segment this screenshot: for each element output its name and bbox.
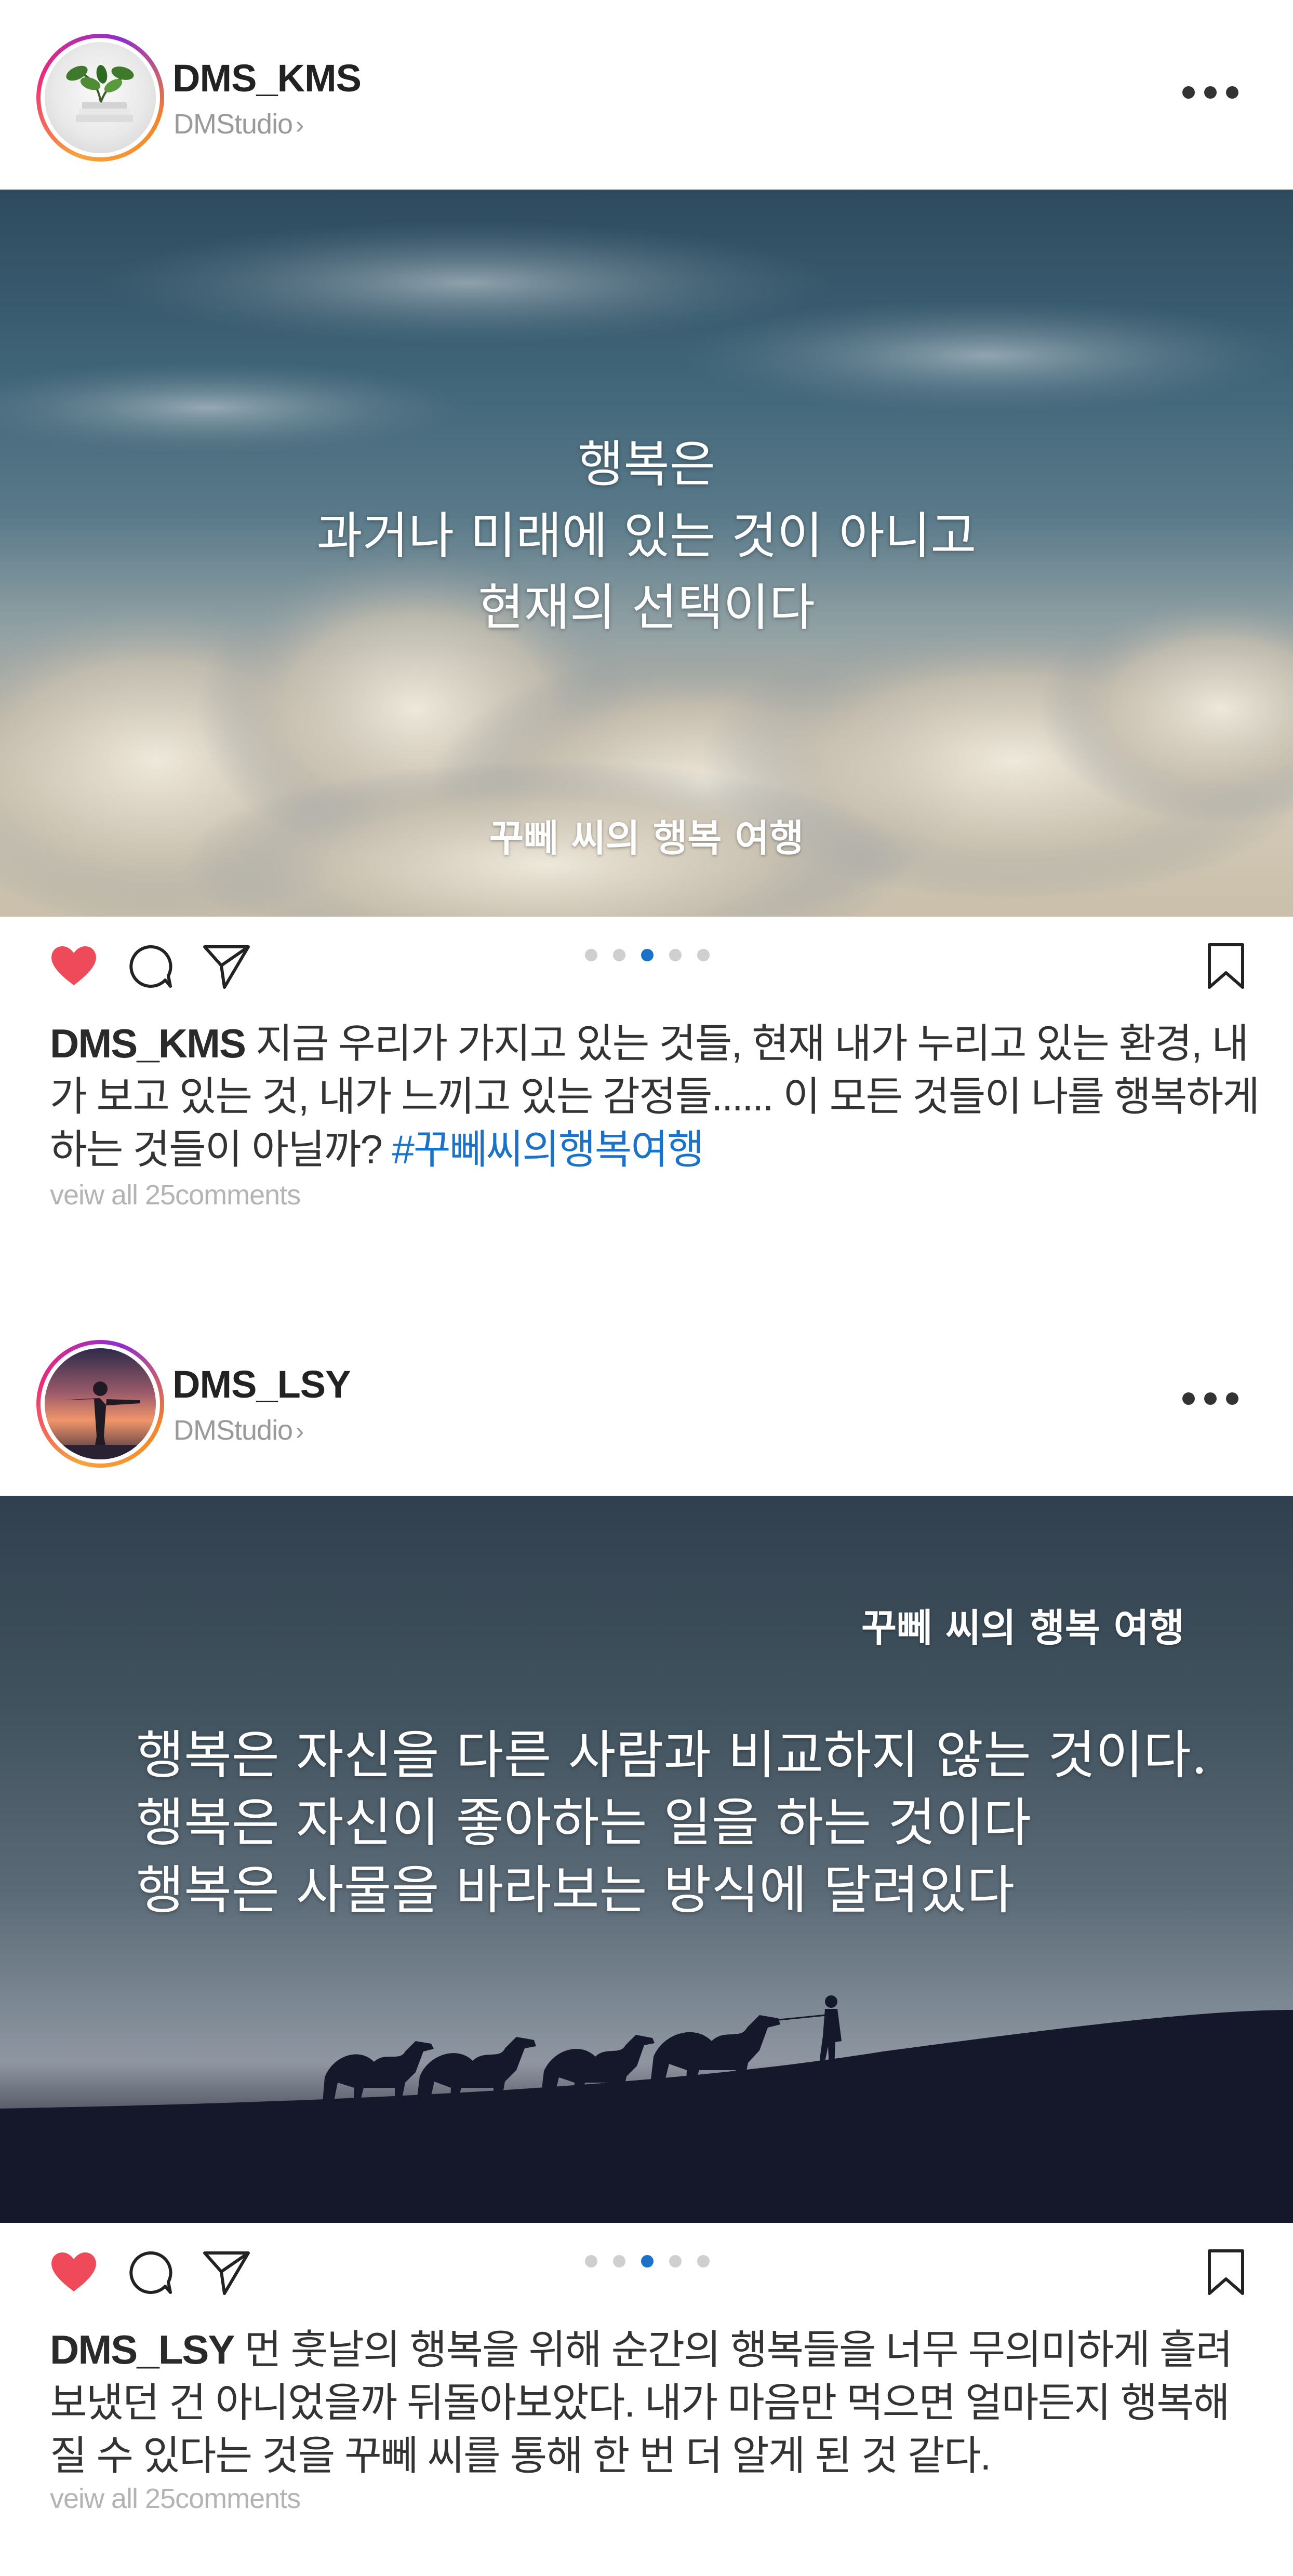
image-quote: 행복은 자신을 다른 사람과 비교하지 않는 것이다. 행복은 자신이 좋아하는…: [136, 1722, 1208, 1924]
paper-plane-icon[interactable]: [202, 2249, 251, 2297]
heart-icon[interactable]: [50, 944, 98, 987]
quote-line: 행복은: [578, 435, 715, 493]
bookmark-icon[interactable]: [1206, 2249, 1246, 2297]
more-options-button[interactable]: [1179, 1389, 1242, 1408]
caption-username[interactable]: DMS_KMS: [50, 1021, 246, 1066]
more-dots-icon: [1182, 1392, 1195, 1405]
avatar[interactable]: [36, 34, 164, 162]
more-dots-icon: [1182, 86, 1195, 99]
caption-username[interactable]: DMS_LSY: [50, 2327, 235, 2372]
post-card: DMS_LSY DMStudio › 꾸뻬 씨의 행복 여행 행복은 자신을 다…: [0, 1306, 1293, 2576]
avatar-image: [45, 1348, 156, 1459]
comment-bubble-icon[interactable]: [128, 944, 174, 989]
hashtag-link[interactable]: #꾸뻬씨의행복여행: [392, 1126, 704, 1172]
post-subtitle-link[interactable]: DMStudio ›: [174, 1414, 304, 1446]
post-header: DMS_KMS DMStudio ›: [0, 0, 1293, 190]
carousel-indicator: [585, 2255, 710, 2271]
quote-line: 행복은 자신을 다른 사람과 비교하지 않는 것이다.: [136, 1725, 1208, 1786]
post-image[interactable]: 행복은 과거나 미래에 있는 것이 아니고 현재의 선택이다 꾸뻬 씨의 행복 …: [0, 190, 1293, 917]
post-username[interactable]: DMS_LSY: [172, 1362, 351, 1406]
more-options-button[interactable]: [1179, 83, 1242, 102]
image-caption: 꾸뻬 씨의 행복 여행: [861, 1606, 1184, 1651]
image-caption: 꾸뻬 씨의 행복 여행: [489, 816, 804, 860]
quote-line: 현재의 선택이다: [478, 579, 815, 637]
post-subtitle: DMStudio: [174, 109, 293, 140]
person-silhouette-illustration: [45, 1381, 156, 1459]
carousel-indicator: [585, 949, 710, 964]
quote-line: 행복은 자신이 좋아하는 일을 하는 것이다: [136, 1792, 1031, 1853]
post-subtitle-link[interactable]: DMStudio ›: [174, 108, 304, 140]
image-quote: 행복은 과거나 미래에 있는 것이 아니고 현재의 선택이다: [0, 428, 1293, 643]
post-caption: DMS_KMS 지금 우리가 가지고 있는 것들, 현재 내가 누리고 있는 환…: [50, 1017, 1260, 1176]
heart-icon[interactable]: [50, 2250, 98, 2293]
post-actions: [0, 2223, 1293, 2322]
paper-plane-icon[interactable]: [202, 943, 251, 990]
post-username[interactable]: DMS_KMS: [172, 56, 362, 100]
avatar[interactable]: [36, 1340, 164, 1468]
avatar-image: [45, 42, 156, 153]
chevron-right-icon: ›: [296, 1418, 304, 1445]
quote-line: 행복은 사물을 바라보는 방식에 달려있다: [136, 1860, 1015, 1921]
bookmark-icon[interactable]: [1206, 943, 1246, 990]
view-comments-link[interactable]: veiw all 25comments: [50, 1179, 301, 1211]
post-subtitle: DMStudio: [174, 1415, 293, 1446]
plant-illustration: [66, 65, 134, 122]
post-actions: [0, 917, 1293, 1015]
view-comments-link[interactable]: veiw all 25comments: [50, 2483, 301, 2515]
post-card: DMS_KMS DMStudio › 행복은 과거나 미래에 있는 것이 아니고…: [0, 0, 1293, 1306]
post-image[interactable]: 꾸뻬 씨의 행복 여행 행복은 자신을 다른 사람과 비교하지 않는 것이다. …: [0, 1496, 1293, 2223]
post-caption: DMS_LSY 먼 훗날의 행복을 위해 순간의 행복들을 너무 무의미하게 흘…: [50, 2323, 1260, 2482]
quote-line: 과거나 미래에 있는 것이 아니고: [316, 507, 977, 565]
comment-bubble-icon[interactable]: [128, 2250, 174, 2296]
chevron-right-icon: ›: [296, 112, 304, 139]
post-header: DMS_LSY DMStudio ›: [0, 1306, 1293, 1496]
